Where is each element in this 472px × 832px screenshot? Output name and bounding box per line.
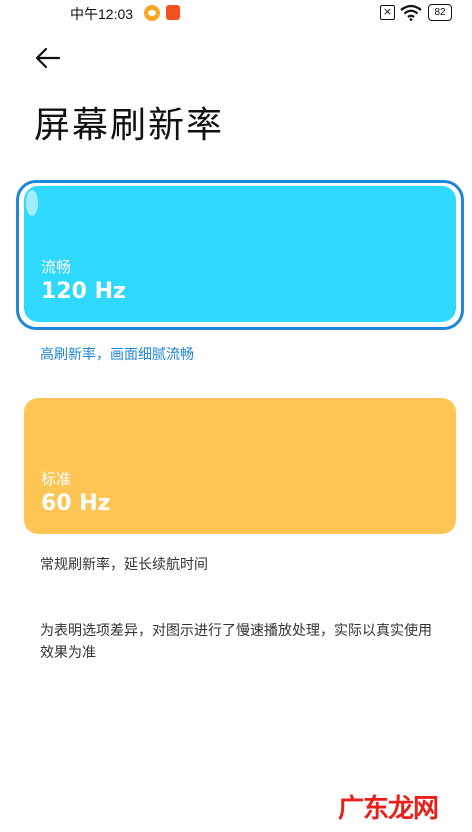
option-rate: 120 Hz — [41, 279, 126, 304]
option-rate: 60 Hz — [41, 491, 111, 516]
message-icon — [166, 5, 180, 20]
option-name: 流畅 — [41, 258, 72, 276]
option-card-60hz[interactable]: 标准 60 Hz — [24, 398, 456, 534]
wifi-icon — [400, 4, 422, 21]
disclaimer-note: 为表明选项差异，对图示进行了慢速播放处理，实际以真实使用效果为准 — [40, 623, 432, 661]
card-gloss — [26, 190, 38, 216]
watermark: 广东龙网 — [338, 794, 439, 824]
page-title: 屏幕刷新率 — [34, 105, 225, 146]
status-time: 中午12:03 — [70, 6, 134, 22]
status-bar: 中午12:03 × 82 — [0, 0, 472, 26]
close-box-icon: × — [380, 5, 395, 20]
option-name: 标准 — [41, 470, 72, 488]
back-button[interactable] — [34, 46, 62, 70]
battery-icon: 82 — [428, 4, 452, 21]
option-card-120hz[interactable]: 流畅 120 Hz — [24, 186, 456, 322]
arrow-left-icon — [35, 47, 61, 69]
option-caption-120hz: 高刷新率，画面细腻流畅 — [40, 347, 194, 363]
weibo-icon — [144, 5, 160, 21]
option-caption-60hz: 常规刷新率，延长续航时间 — [40, 557, 208, 573]
